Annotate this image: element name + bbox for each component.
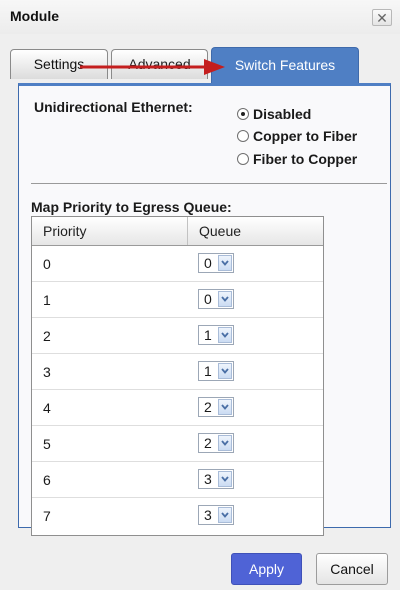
queue-select[interactable]: 0 bbox=[198, 253, 234, 273]
grid-header: Priority Queue bbox=[32, 217, 323, 246]
queue-select[interactable]: 0 bbox=[198, 289, 234, 309]
priority-value: 4 bbox=[43, 400, 51, 416]
queue-value: 3 bbox=[204, 507, 212, 523]
priority-value: 2 bbox=[43, 328, 51, 344]
queue-select[interactable]: 3 bbox=[198, 469, 234, 489]
radio-button-icon[interactable] bbox=[237, 108, 249, 120]
section-divider bbox=[31, 183, 387, 184]
table-row: 2 1 bbox=[32, 318, 323, 354]
queue-value: 1 bbox=[204, 363, 212, 379]
radio-label: Fiber to Copper bbox=[253, 151, 358, 167]
unidirectional-ethernet-label: Unidirectional Ethernet: bbox=[34, 99, 193, 115]
queue-value: 1 bbox=[204, 327, 212, 343]
chevron-down-icon[interactable] bbox=[218, 435, 232, 451]
chevron-down-icon[interactable] bbox=[218, 291, 232, 307]
chevron-down-icon[interactable] bbox=[218, 399, 232, 415]
queue-value: 0 bbox=[204, 255, 212, 271]
chevron-down-icon[interactable] bbox=[218, 507, 232, 523]
column-divider bbox=[187, 217, 188, 245]
close-button[interactable]: ✕ bbox=[372, 9, 392, 26]
queue-select[interactable]: 1 bbox=[198, 325, 234, 345]
chevron-down-icon[interactable] bbox=[218, 363, 232, 379]
priority-value: 1 bbox=[43, 292, 51, 308]
table-row: 3 1 bbox=[32, 354, 323, 390]
switch-features-panel: Unidirectional Ethernet: Disabled Copper… bbox=[18, 83, 391, 536]
queue-select[interactable]: 3 bbox=[198, 505, 234, 525]
apply-button[interactable]: Apply bbox=[231, 553, 302, 585]
priority-value: 3 bbox=[43, 364, 51, 380]
dialog-title: Module bbox=[10, 8, 59, 24]
chevron-down-icon[interactable] bbox=[218, 255, 232, 271]
column-header-queue: Queue bbox=[199, 223, 242, 239]
tab-settings[interactable]: Settings bbox=[10, 49, 108, 79]
tab-advanced[interactable]: Advanced bbox=[111, 49, 208, 79]
priority-value: 5 bbox=[43, 436, 51, 452]
close-icon: ✕ bbox=[376, 10, 388, 26]
queue-select[interactable]: 2 bbox=[198, 433, 234, 453]
queue-value: 0 bbox=[204, 291, 212, 307]
module-dialog: Module ✕ Settings Advanced Switch Featur… bbox=[0, 0, 400, 590]
priority-value: 0 bbox=[43, 256, 51, 272]
chevron-down-icon[interactable] bbox=[218, 327, 232, 343]
table-row: 0 0 bbox=[32, 246, 323, 282]
radio-label: Disabled bbox=[253, 106, 312, 122]
title-bar: Module ✕ bbox=[0, 0, 400, 34]
table-row: 4 2 bbox=[32, 390, 323, 426]
table-row: 7 3 bbox=[32, 498, 323, 534]
radio-label: Copper to Fiber bbox=[253, 128, 358, 144]
radio-copper-to-fiber[interactable]: Copper to Fiber bbox=[237, 126, 357, 146]
priority-value: 6 bbox=[43, 472, 51, 488]
chevron-down-icon[interactable] bbox=[218, 471, 232, 487]
priority-queue-grid: Priority Queue 0 0 1 0 2 1 3 1 4 2 5 2 6… bbox=[31, 216, 324, 536]
queue-select[interactable]: 2 bbox=[198, 397, 234, 417]
queue-value: 2 bbox=[204, 399, 212, 415]
cancel-button[interactable]: Cancel bbox=[316, 553, 388, 585]
tab-switch-features[interactable]: Switch Features bbox=[211, 47, 359, 83]
queue-value: 3 bbox=[204, 471, 212, 487]
radio-fiber-to-copper[interactable]: Fiber to Copper bbox=[237, 149, 357, 169]
radio-button-icon[interactable] bbox=[237, 130, 249, 142]
map-priority-title: Map Priority to Egress Queue: bbox=[31, 199, 232, 215]
table-row: 6 3 bbox=[32, 462, 323, 498]
column-header-priority: Priority bbox=[43, 223, 87, 239]
radio-button-icon[interactable] bbox=[237, 153, 249, 165]
queue-select[interactable]: 1 bbox=[198, 361, 234, 381]
queue-value: 2 bbox=[204, 435, 212, 451]
table-row: 5 2 bbox=[32, 426, 323, 462]
radio-disabled[interactable]: Disabled bbox=[237, 104, 311, 124]
table-row: 1 0 bbox=[32, 282, 323, 318]
priority-value: 7 bbox=[43, 508, 51, 524]
